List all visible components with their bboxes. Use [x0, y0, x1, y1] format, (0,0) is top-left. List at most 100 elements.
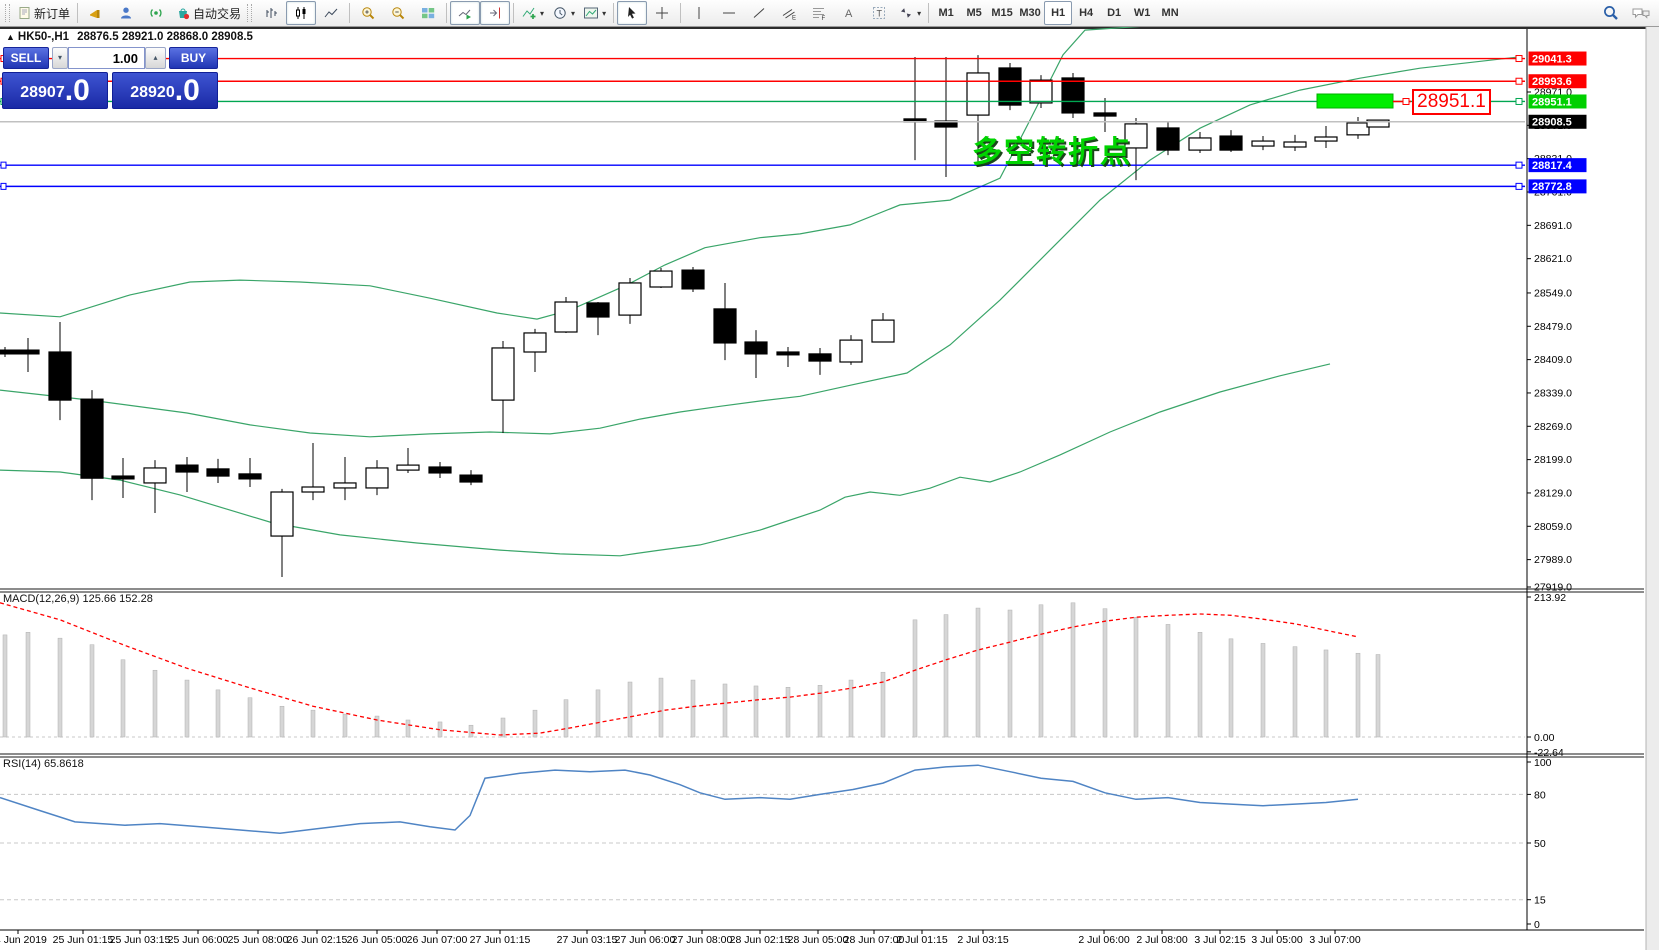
collapse-panel-icon[interactable]: ▲: [6, 32, 15, 42]
svg-text:3 Jul 07:00: 3 Jul 07:00: [1309, 934, 1361, 946]
chart-shift-button[interactable]: [480, 1, 510, 25]
svg-text:27 Jun 08:00: 27 Jun 08:00: [672, 934, 733, 946]
svg-text:28817.4: 28817.4: [1532, 160, 1573, 172]
periods-button[interactable]: ▾: [548, 1, 579, 25]
buy-button[interactable]: BUY: [169, 47, 218, 69]
svg-text:2 Jul 03:15: 2 Jul 03:15: [957, 934, 1009, 946]
separator: [680, 3, 681, 23]
text-label-icon: T: [871, 5, 887, 21]
volume-input[interactable]: [68, 47, 145, 69]
arrows-button[interactable]: ▾: [894, 1, 925, 25]
toolbar-grip[interactable]: [5, 4, 10, 22]
chat-icon: [1631, 5, 1651, 21]
chat-button[interactable]: [1626, 1, 1656, 25]
toolbar-grip[interactable]: [247, 4, 252, 22]
timeframe-w1-button[interactable]: W1: [1128, 1, 1156, 25]
ohlc-readout: 28876.5 28921.0 28868.0 28908.5: [77, 31, 253, 43]
svg-text:28549.0: 28549.0: [1534, 287, 1572, 299]
macd-label: MACD(12,26,9) 125.66 152.28: [3, 593, 153, 605]
auto-trading-button[interactable]: 自动交易: [171, 1, 245, 25]
profile-icon: [118, 5, 134, 21]
timeframe-m1-button[interactable]: M1: [932, 1, 960, 25]
svg-text:24 Jun 2019: 24 Jun 2019: [0, 934, 47, 946]
macd-pane: [0, 603, 1525, 737]
news-button[interactable]: [81, 1, 111, 25]
svg-text:2 Jul 01:15: 2 Jul 01:15: [896, 934, 948, 946]
line-chart-button[interactable]: [316, 1, 346, 25]
svg-text:0: 0: [1534, 919, 1540, 931]
bar-chart-button[interactable]: [256, 1, 286, 25]
svg-text:28129.0: 28129.0: [1534, 487, 1572, 499]
turning-point-annotation[interactable]: 多空转折点: [972, 127, 1132, 171]
svg-text:28059.0: 28059.0: [1534, 521, 1572, 533]
timeframe-d1-button[interactable]: D1: [1100, 1, 1128, 25]
sell-price-box[interactable]: 28907.0: [2, 72, 108, 109]
auto-scroll-button[interactable]: [450, 1, 480, 25]
timeframe-m30-button[interactable]: M30: [1016, 1, 1044, 25]
timeframe-bar: M1M5M15M30H1H4D1W1MN: [932, 1, 1184, 25]
timeframe-h4-button[interactable]: H4: [1072, 1, 1100, 25]
price-axis: 28971.028901.028831.028761.028691.028621…: [1527, 87, 1572, 932]
svg-text:0.00: 0.00: [1534, 732, 1555, 744]
vertical-line-icon: [692, 5, 706, 21]
zoom-in-button[interactable]: [353, 1, 383, 25]
chart-canvas[interactable]: 28971.028901.028831.028761.028691.028621…: [0, 0, 1659, 950]
auto-scroll-icon: [457, 5, 473, 21]
toolbar-right: [1596, 1, 1656, 25]
indicators-icon: [521, 5, 537, 21]
volume-decrease-button[interactable]: ▾: [52, 47, 68, 69]
timeframe-mn-button[interactable]: MN: [1156, 1, 1184, 25]
trendline-button[interactable]: [744, 1, 774, 25]
horizontal-lines[interactable]: 29041.328993.628951.128908.528817.428772…: [0, 52, 1587, 194]
sell-button[interactable]: SELL: [3, 47, 49, 69]
profile-button[interactable]: [111, 1, 141, 25]
search-icon: [1602, 4, 1620, 22]
chevron-down-icon: ▾: [602, 9, 606, 18]
volume-increase-button[interactable]: ▴: [145, 47, 166, 69]
tile-windows-button[interactable]: [413, 1, 443, 25]
templates-button[interactable]: ▾: [579, 1, 610, 25]
cursor-icon: [624, 5, 640, 21]
new-order-button[interactable]: 新订单: [14, 1, 74, 25]
time-axis[interactable]: 24 Jun 201925 Jun 01:1525 Jun 03:1525 Ju…: [0, 930, 1361, 946]
vertical-line-button[interactable]: [684, 1, 714, 25]
horizontal-line-icon: [721, 5, 737, 21]
indicators-button[interactable]: ▾: [517, 1, 548, 25]
fibonacci-icon: F: [811, 5, 827, 21]
chart-title: ▲HK50-,H1 28876.5 28921.0 28868.0 28908.5: [6, 31, 253, 43]
text-button[interactable]: A: [834, 1, 864, 25]
cursor-button[interactable]: [617, 1, 647, 25]
candlestick-chart-button[interactable]: [286, 1, 316, 25]
svg-text:25 Jun 06:00: 25 Jun 06:00: [168, 934, 229, 946]
svg-text:27 Jun 06:00: 27 Jun 06:00: [615, 934, 676, 946]
buy-price-box[interactable]: 28920.0: [112, 72, 218, 109]
price-callout-label[interactable]: 28951.1: [1412, 89, 1491, 115]
svg-text:T: T: [877, 9, 883, 19]
zoom-out-button[interactable]: [383, 1, 413, 25]
svg-text:29041.3: 29041.3: [1532, 53, 1572, 65]
signals-button[interactable]: [141, 1, 171, 25]
search-button[interactable]: [1596, 1, 1626, 25]
svg-text:15: 15: [1534, 895, 1546, 907]
fibonacci-button[interactable]: F: [804, 1, 834, 25]
equidistant-channel-button[interactable]: E: [774, 1, 804, 25]
svg-text:80: 80: [1534, 789, 1546, 801]
svg-text:213.92: 213.92: [1534, 592, 1566, 604]
separator: [77, 3, 78, 23]
auto-trading-icon: [175, 5, 191, 21]
chart-annotations[interactable]: [1317, 94, 1411, 108]
horizontal-line-button[interactable]: [714, 1, 744, 25]
timeframe-h1-button[interactable]: H1: [1044, 1, 1072, 25]
text-label-button[interactable]: T: [864, 1, 894, 25]
timeframe-m15-button[interactable]: M15: [988, 1, 1016, 25]
sell-price-pip: .0: [65, 76, 90, 106]
separator: [446, 3, 447, 23]
symbol-period-label: HK50-,H1: [18, 31, 69, 43]
timeframe-m5-button[interactable]: M5: [960, 1, 988, 25]
svg-text:28 Jun 05:00: 28 Jun 05:00: [788, 934, 849, 946]
svg-text:25 Jun 03:15: 25 Jun 03:15: [110, 934, 171, 946]
horn-icon: [88, 5, 104, 21]
crosshair-button[interactable]: [647, 1, 677, 25]
svg-text:3 Jul 05:00: 3 Jul 05:00: [1251, 934, 1303, 946]
svg-text:27 Jun 03:15: 27 Jun 03:15: [557, 934, 618, 946]
